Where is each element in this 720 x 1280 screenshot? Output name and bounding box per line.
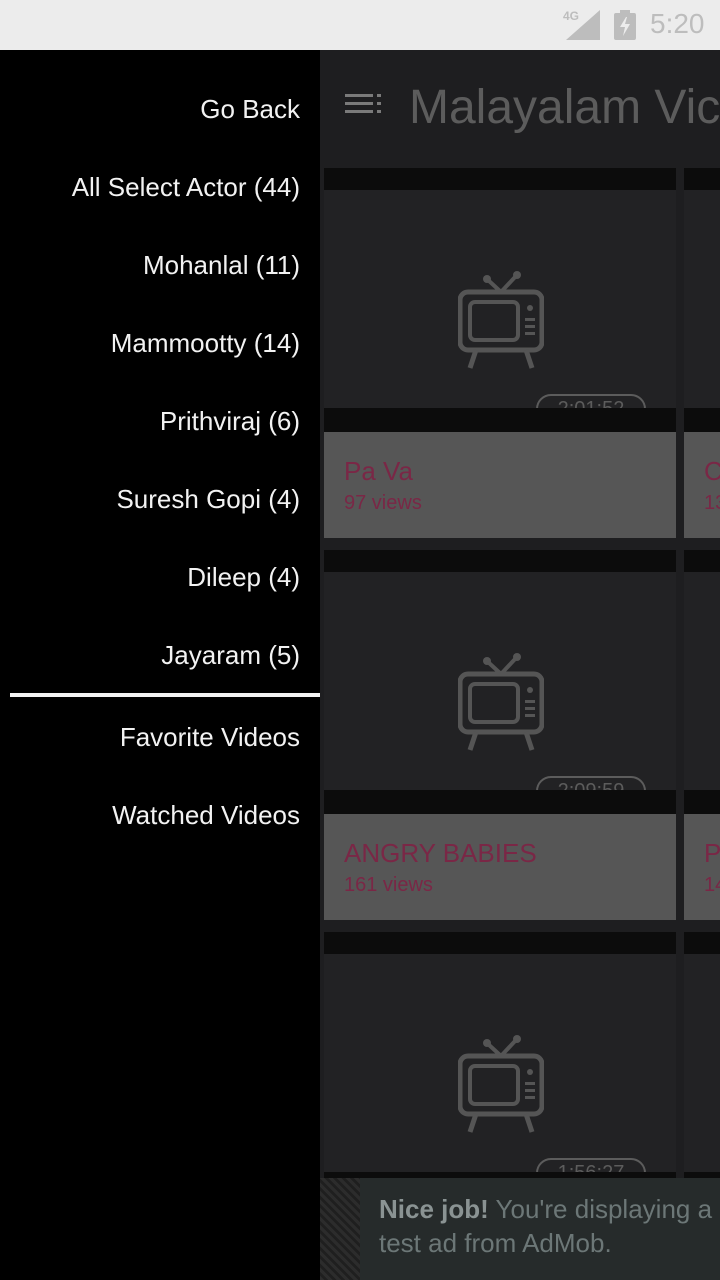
video-views: 97 views — [344, 492, 422, 514]
drawer-actor-jayaram[interactable]: Jayaram (5) — [161, 640, 300, 671]
ad-headline: Nice job! — [379, 1194, 489, 1224]
ad-pattern — [320, 1178, 360, 1280]
video-card-partial[interactable]: C 13 — [684, 168, 720, 538]
drawer-actor-prithviraj[interactable]: Prithviraj (6) — [160, 406, 300, 437]
video-thumbnail[interactable]: 1:56:27 — [324, 954, 676, 1188]
video-views: 13 — [704, 492, 720, 514]
drawer-actor-suresh-gopi[interactable]: Suresh Gopi (4) — [116, 484, 300, 515]
video-info[interactable]: ANGRY BABIES 161 views — [324, 814, 676, 920]
network-type-label: 4G — [563, 9, 580, 23]
video-card-partial[interactable]: P 14 — [684, 550, 720, 920]
drawer-actor-mammootty[interactable]: Mammootty (14) — [111, 328, 300, 359]
battery-charging-icon — [614, 10, 636, 40]
admob-test-ad[interactable]: Nice job! You're displaying a test ad fr… — [320, 1178, 720, 1280]
drawer-actor-mohanlal[interactable]: Mohanlal (11) — [143, 250, 300, 281]
status-time: 5:20 — [650, 8, 705, 39]
drawer-divider — [10, 693, 320, 697]
video-title: ANGRY BABIES — [344, 838, 537, 868]
ad-line1: You're displaying a — [488, 1194, 713, 1224]
video-info[interactable]: Pa Va 97 views — [324, 432, 676, 538]
tv-icon — [458, 653, 544, 751]
video-title: P — [704, 838, 720, 868]
app-title: Malayalam Vic — [409, 81, 720, 134]
video-card[interactable]: 2:09:59 ANGRY BABIES 161 views — [324, 550, 676, 920]
navigation-drawer: Go Back All Select Actor (44) Mohanlal (… — [0, 50, 320, 1280]
video-thumbnail[interactable]: 2:01:52 — [324, 190, 676, 424]
drawer-watched-videos[interactable]: Watched Videos — [112, 800, 300, 831]
drawer-go-back[interactable]: Go Back — [200, 94, 300, 125]
drawer-favorite-videos[interactable]: Favorite Videos — [120, 722, 300, 753]
video-thumbnail[interactable]: 2:09:59 — [324, 572, 676, 806]
video-title: Pa Va — [344, 456, 413, 486]
video-views: 161 views — [344, 874, 433, 896]
tv-icon — [458, 271, 544, 369]
drawer-actor-dileep[interactable]: Dileep (4) — [187, 562, 300, 593]
status-bar: 4G 5:20 — [0, 0, 720, 50]
ad-text: Nice job! You're displaying a test ad fr… — [379, 1192, 720, 1260]
video-views: 14 — [704, 874, 720, 896]
video-card[interactable]: 2:01:52 Pa Va 97 views — [324, 168, 676, 538]
ad-line2: test ad from AdMob. — [379, 1228, 612, 1258]
video-title: C — [704, 456, 720, 486]
tv-icon — [458, 1035, 544, 1133]
menu-icon[interactable] — [345, 94, 385, 120]
drawer-actor-all[interactable]: All Select Actor (44) — [72, 172, 300, 203]
